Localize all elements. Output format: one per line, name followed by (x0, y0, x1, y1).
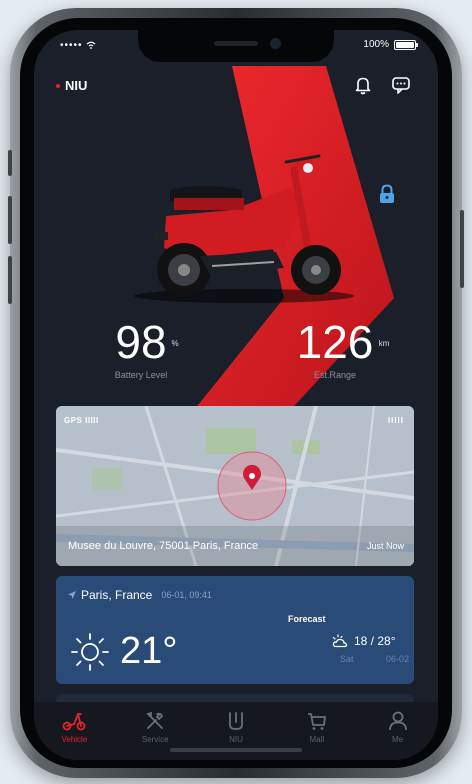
forecast-day: Sat (340, 654, 354, 664)
battery-percent: 100% (363, 39, 389, 50)
weather-timestamp: 06-01, 09:41 (161, 590, 212, 600)
brand-name: NIU (65, 78, 88, 93)
gps-signal: GPS IIIII (64, 416, 99, 425)
current-temperature: 21° (120, 630, 178, 672)
tab-mall-label: Mall (309, 735, 325, 744)
battery-value: 98 (115, 316, 167, 368)
wifi-icon (86, 42, 96, 50)
wrench-icon (146, 711, 164, 729)
scooter-icon (62, 713, 86, 731)
side-button-power (460, 210, 464, 288)
forecast-range: 18 / 28° (354, 634, 396, 648)
notch (138, 30, 334, 62)
lock-icon[interactable] (378, 184, 396, 204)
speaker (214, 41, 258, 46)
partly-cloudy-icon (332, 634, 348, 648)
tab-niu[interactable]: NIU (201, 710, 271, 744)
range-metric: 126 km Est.Range (270, 318, 400, 380)
range-value: 126 (296, 316, 374, 368)
sun-icon (71, 633, 109, 671)
signal-text: ••••• (60, 40, 87, 51)
battery-metric: 98 % Battery Level (76, 318, 206, 380)
status-signal: ••••• (60, 40, 96, 51)
vehicle-address: Musee du Louvre, 75001 Paris, France (68, 540, 259, 552)
weather-city: Paris, France (81, 588, 153, 602)
battery-label: Battery Level (114, 370, 168, 380)
side-button-mute (8, 150, 12, 176)
battery-value-wrap: 98 % (115, 316, 178, 368)
side-button-volume-up (8, 196, 12, 244)
tab-service[interactable]: Service (120, 710, 190, 744)
tab-vehicle-label: Vehicle (61, 735, 88, 744)
location-time: Just Now (366, 541, 404, 551)
brand-dot-icon (56, 83, 60, 88)
bell-icon[interactable] (352, 74, 374, 96)
tab-me[interactable]: Me (363, 710, 433, 744)
tab-niu-label: NIU (229, 735, 243, 744)
front-camera (270, 38, 281, 49)
side-button-volume-down (8, 256, 12, 304)
weather-card[interactable]: Paris, France 06-01, 09:41 21° Forecast … (56, 576, 414, 684)
home-indicator[interactable] (170, 748, 302, 752)
battery-icon (394, 39, 418, 50)
status-battery: 100% (363, 39, 418, 50)
scooter-image (134, 154, 354, 303)
range-unit: km (378, 339, 390, 348)
vehicle-signal: IIIII (387, 416, 404, 425)
range-value-wrap: 126 km (296, 316, 390, 368)
weather-location: Paris, France 06-01, 09:41 (68, 588, 212, 602)
vehicle-selector[interactable]: NIU (56, 78, 87, 93)
tab-mall[interactable]: Mall (282, 710, 352, 744)
forecast-label: Forecast (288, 614, 326, 624)
location-arrow-icon (68, 591, 76, 599)
range-label: Est.Range (313, 370, 357, 380)
chat-bubble-icon[interactable] (390, 74, 412, 96)
cart-icon (307, 713, 326, 730)
app-screen: ••••• 100% NIU 98 % Battery Level 126 km… (34, 30, 438, 760)
niu-logo-icon (229, 712, 243, 730)
tab-vehicle[interactable]: Vehicle (39, 710, 109, 744)
map-card[interactable]: GPS IIIII IIIII Musee du Louvre, 75001 P… (56, 406, 414, 566)
forecast-date: 06-02 (386, 654, 410, 664)
battery-unit: % (171, 339, 179, 348)
person-icon (388, 711, 407, 731)
tab-me-label: Me (392, 735, 404, 744)
tab-service-label: Service (141, 735, 169, 744)
